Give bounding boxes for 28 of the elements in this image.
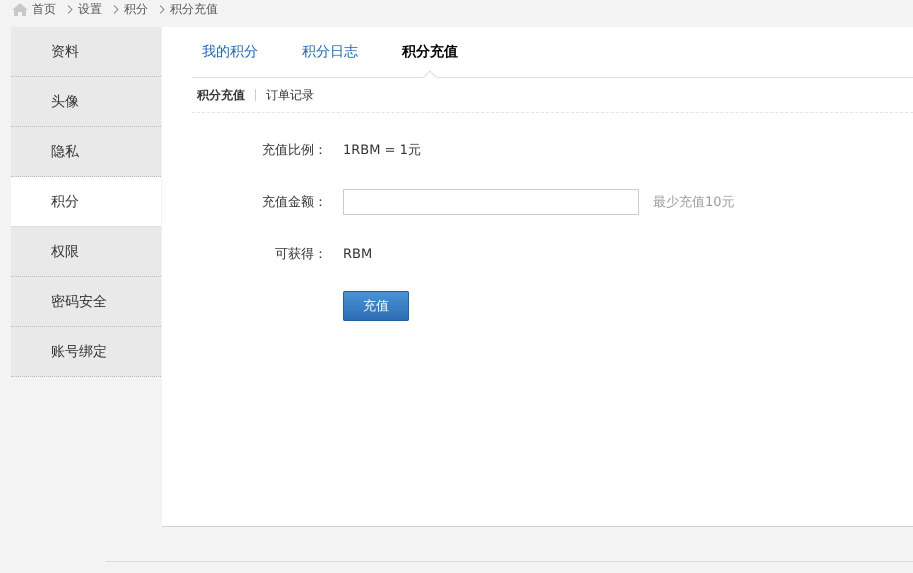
home-icon xyxy=(12,2,28,16)
chevron-icon xyxy=(113,4,119,14)
sidebar-item[interactable]: 账号绑定 xyxy=(11,327,161,377)
sidebar-item[interactable]: 资料 xyxy=(11,27,161,77)
amount-input[interactable] xyxy=(343,189,639,215)
field-value: RBM xyxy=(343,246,372,262)
sidebar-item[interactable]: 密码安全 xyxy=(11,277,161,327)
field-value: 1RBM = 1元 xyxy=(343,142,421,159)
chevron-icon xyxy=(67,4,73,14)
sidebar-item[interactable]: 隐私 xyxy=(11,127,161,177)
sub-tab[interactable]: 积分充值 xyxy=(197,86,245,104)
chevron-icon xyxy=(159,4,165,14)
breadcrumb-link[interactable]: 积分 xyxy=(124,0,148,18)
sidebar-item[interactable]: 头像 xyxy=(11,77,161,127)
breadcrumb-link[interactable]: 积分充值 xyxy=(170,0,218,18)
tab[interactable]: 积分充值 xyxy=(402,27,458,77)
sidebar-item[interactable]: 权限 xyxy=(11,227,161,277)
hint-text: 最少充值10元 xyxy=(653,194,735,211)
field-label: 充值比例： xyxy=(261,142,328,159)
breadcrumb-link[interactable]: 设置 xyxy=(78,0,102,18)
tab[interactable]: 积分日志 xyxy=(302,27,358,77)
field-label: 可获得： xyxy=(274,246,328,263)
tab[interactable]: 我的积分 xyxy=(202,27,258,77)
breadcrumb-link[interactable]: 首页 xyxy=(32,0,56,18)
field-label: 充值金额： xyxy=(261,194,328,211)
recharge-button[interactable]: 充值 xyxy=(343,291,409,321)
sidebar-item[interactable]: 积分 xyxy=(11,177,161,227)
sub-tab[interactable]: 订单记录 xyxy=(266,86,314,104)
